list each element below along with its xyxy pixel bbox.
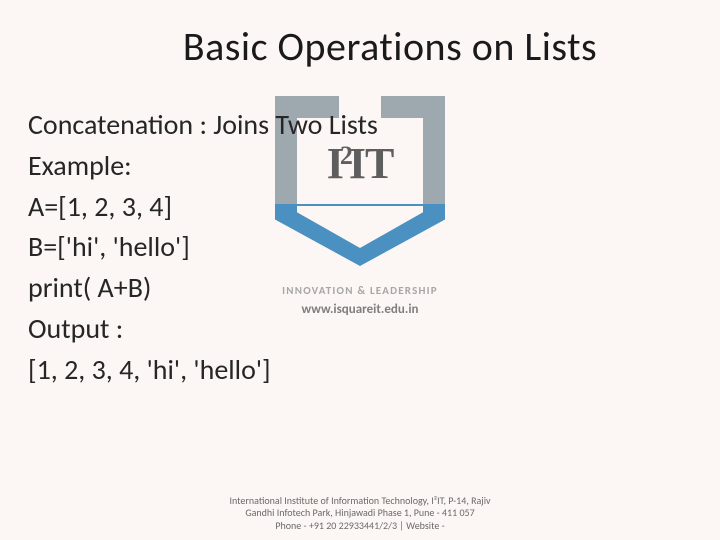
- slide: I2IT INNOVATION & LEADERSHIP www.isquare…: [0, 0, 720, 540]
- content-line: A=[1, 2, 3, 4]: [28, 187, 692, 227]
- slide-title: Basic Operations on Lists: [28, 22, 692, 71]
- content-line: Concatenation : Joins Two Lists: [28, 105, 692, 145]
- footer-line: Phone - +91 20 22933441/2/3 | Website -: [220, 520, 500, 533]
- content-line: B=['hi', 'hello']: [28, 227, 692, 267]
- slide-footer: International Institute of Information T…: [220, 495, 500, 533]
- slide-content: Concatenation : Joins Two Lists Example:…: [28, 105, 692, 389]
- footer-line: International Institute of Information T…: [220, 495, 500, 520]
- content-line: [1, 2, 3, 4, 'hi', 'hello']: [28, 350, 692, 390]
- content-line: Example:: [28, 146, 692, 186]
- content-line: print( A+B): [28, 268, 692, 308]
- content-line: Output :: [28, 309, 692, 349]
